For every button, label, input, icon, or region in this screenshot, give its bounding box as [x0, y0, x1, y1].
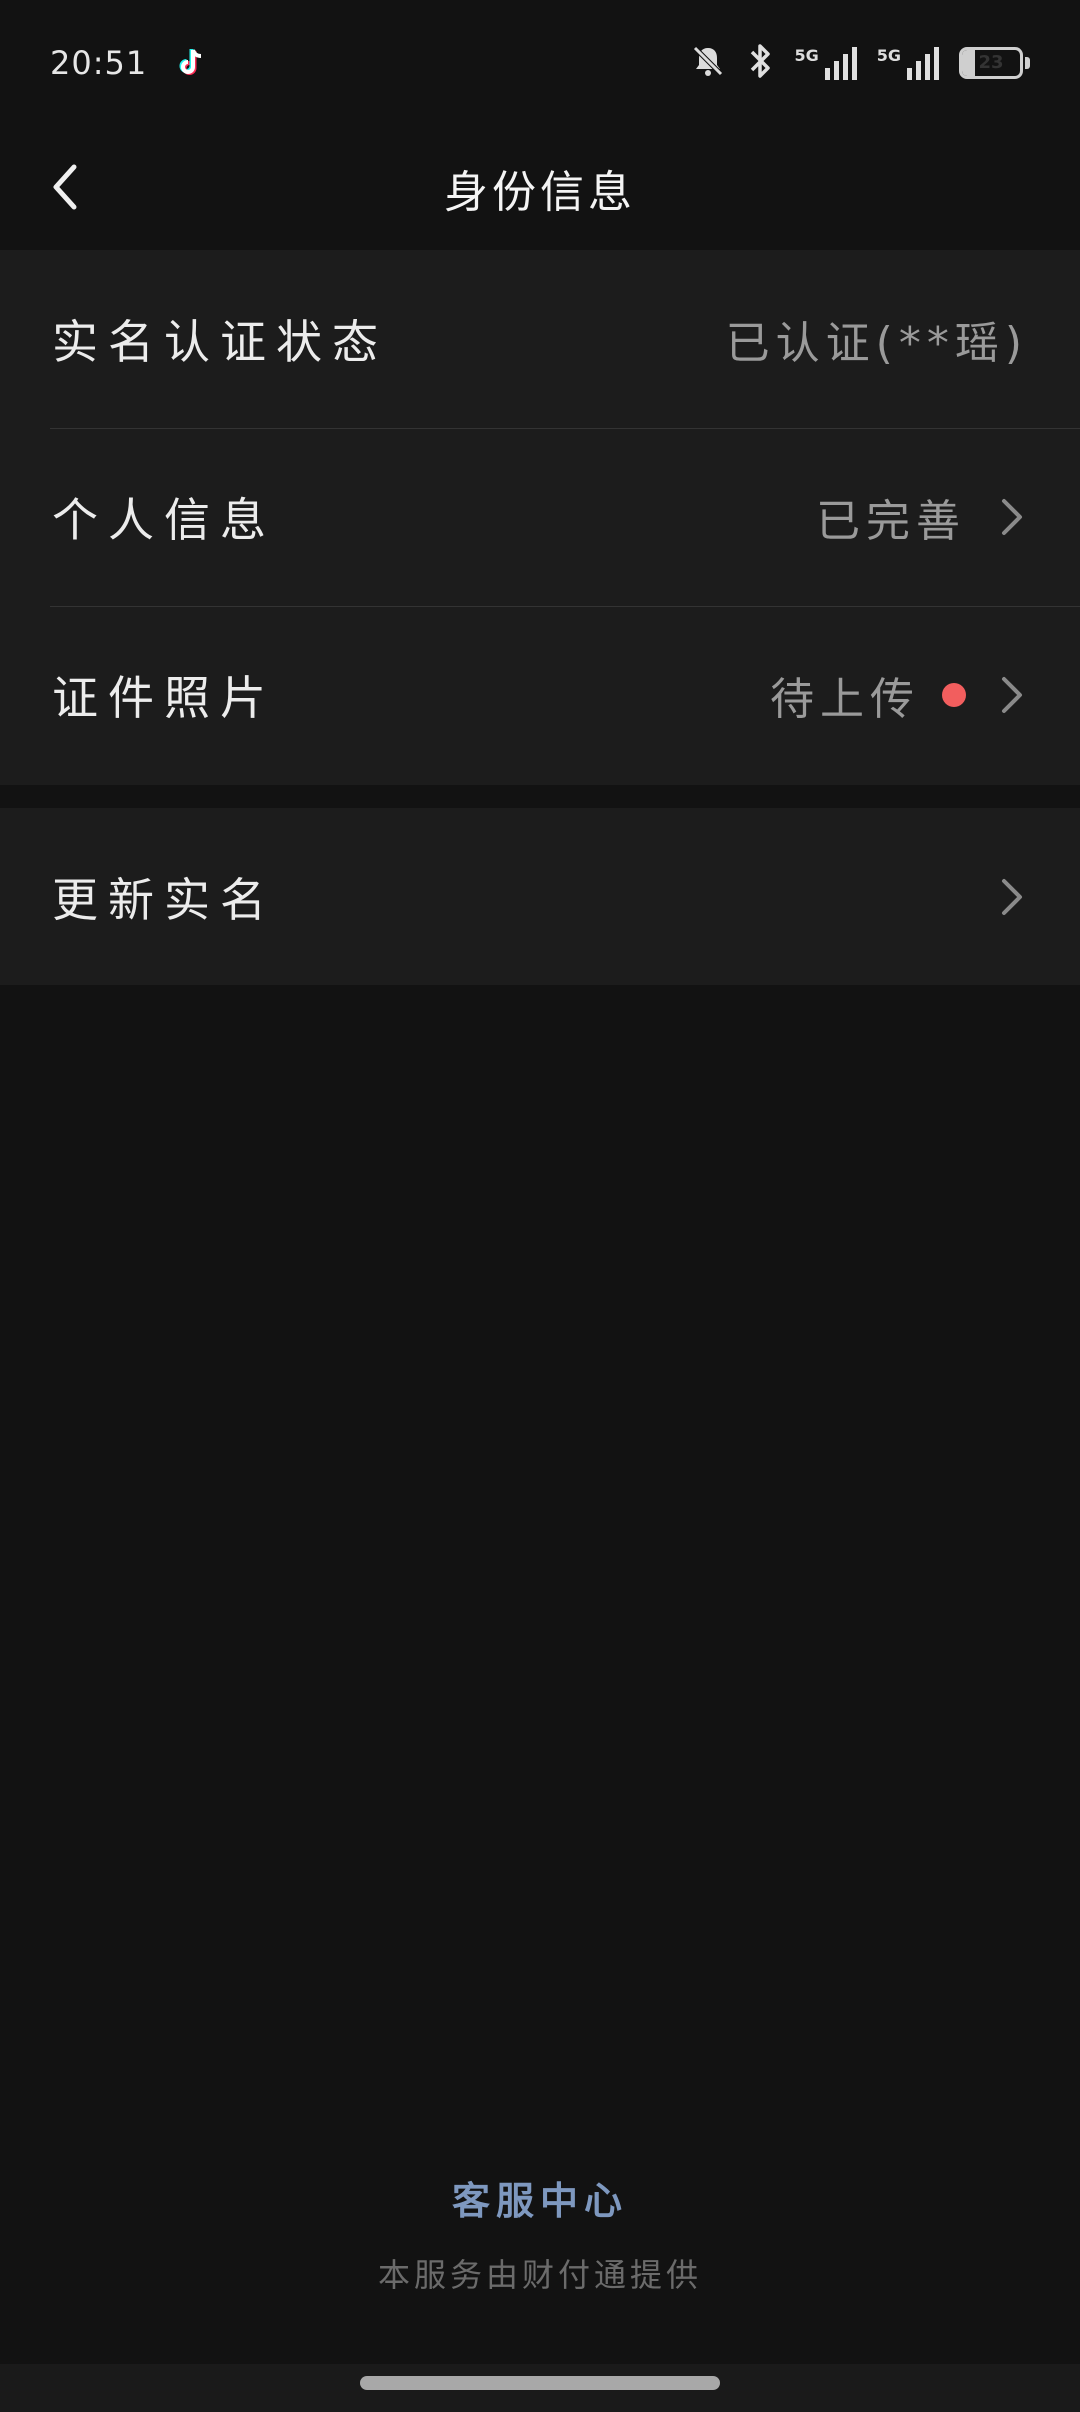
bluetooth-icon [746, 42, 774, 84]
status-icons: 5G 5G 23 [690, 42, 1030, 84]
signal-label: 5G [794, 45, 819, 65]
home-indicator[interactable] [360, 2376, 720, 2390]
back-button[interactable] [34, 155, 98, 219]
battery-icon: 23 [959, 46, 1023, 79]
battery-level-fill [962, 49, 976, 76]
battery-level: 23 [978, 52, 1004, 73]
row-value: 已认证(**瑶) [725, 318, 1028, 369]
page-title: 身份信息 [444, 166, 636, 218]
list-item-update-real-name[interactable]: 更新实名 [0, 808, 1080, 985]
list-item-verification-status: 实名认证状态 已认证(**瑶) [0, 250, 1080, 428]
chevron-right-icon [1002, 499, 1022, 535]
row-label: 个人信息 [52, 493, 276, 547]
list-item-personal-info[interactable]: 个人信息 已完善 [0, 428, 1080, 606]
bell-muted-icon [690, 43, 726, 83]
row-value: 已完善 [816, 496, 966, 547]
signal-5g-icon: 5G [794, 45, 857, 80]
row-value: 待上传 [770, 674, 920, 725]
status-time: 20:51 [50, 43, 148, 82]
signal-label: 5G [876, 45, 901, 65]
battery-cap [1025, 56, 1030, 69]
chevron-left-icon [53, 164, 77, 210]
list-item-id-photos[interactable]: 证件照片 待上传 [0, 606, 1080, 784]
notification-dot [942, 683, 966, 707]
service-provider-note: 本服务由财付通提供 [377, 2256, 702, 2294]
navigation-header: 身份信息 [0, 125, 1080, 250]
chevron-right-icon [1002, 677, 1022, 713]
update-name-list: 更新实名 [0, 808, 1080, 985]
row-label: 证件照片 [52, 671, 276, 725]
chevron-right-icon [1002, 878, 1022, 915]
signal-5g-icon: 5G [877, 46, 939, 80]
status-bar: 20:51 5G 5G 23 [0, 0, 1080, 125]
row-label: 实名认证状态 [52, 315, 388, 369]
identity-info-list: 实名认证状态 已认证(**瑶) 个人信息 已完善 证件照片 待上传 [0, 250, 1080, 785]
tiktok-icon [175, 46, 209, 80]
row-label: 更新实名 [52, 872, 276, 927]
customer-service-link[interactable]: 客服中心 [0, 2170, 1080, 2225]
